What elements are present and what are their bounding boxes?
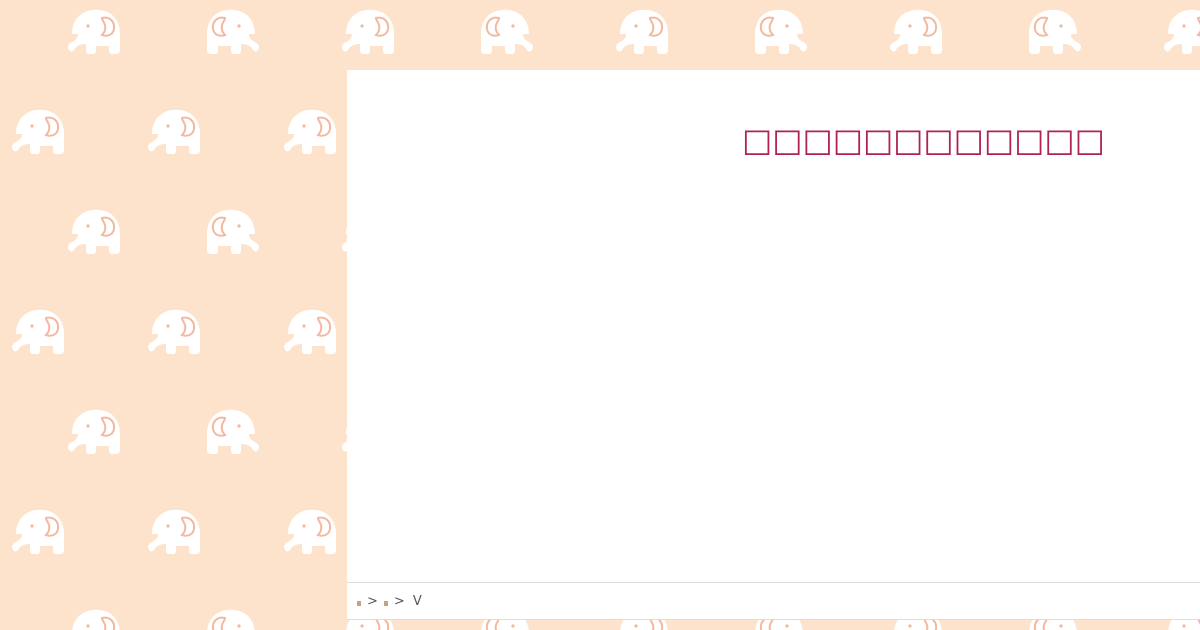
elephant-icon bbox=[68, 9, 120, 54]
elephant-icon bbox=[12, 309, 64, 354]
elephant-icon bbox=[1029, 9, 1081, 54]
main-content-panel: □□□□□□□□□□□□ bbox=[347, 70, 1200, 582]
elephant-icon bbox=[342, 9, 394, 54]
breadcrumb-current: V bbox=[412, 593, 422, 609]
elephant-icon bbox=[68, 409, 120, 454]
elephant-icon bbox=[72, 609, 120, 630]
home-icon bbox=[357, 601, 361, 606]
elephant-icon bbox=[207, 9, 259, 54]
elephant-icon bbox=[1164, 9, 1200, 54]
folder-icon bbox=[383, 601, 388, 606]
elephant-icon bbox=[284, 509, 336, 554]
breadcrumb-home-link[interactable] bbox=[356, 592, 362, 610]
elephant-icon bbox=[616, 9, 668, 54]
elephant-icon bbox=[148, 509, 200, 554]
elephant-icon bbox=[207, 409, 259, 454]
elephant-icon bbox=[890, 9, 942, 54]
elephant-icon bbox=[148, 309, 200, 354]
elephant-icon bbox=[207, 209, 259, 254]
elephant-icon bbox=[284, 309, 336, 354]
breadcrumb-separator: > bbox=[393, 593, 405, 609]
elephant-icon bbox=[755, 9, 807, 54]
breadcrumb-folder-link[interactable] bbox=[383, 592, 389, 610]
breadcrumb-separator: > bbox=[367, 593, 378, 609]
breadcrumb: > > V bbox=[347, 582, 1200, 620]
elephant-icon bbox=[12, 509, 64, 554]
elephant-icon bbox=[481, 9, 533, 54]
elephant-icon bbox=[207, 609, 255, 630]
page-title: □□□□□□□□□□□□ bbox=[742, 121, 1105, 159]
elephant-icon bbox=[68, 209, 120, 254]
elephant-icon bbox=[12, 109, 64, 154]
elephant-icon bbox=[284, 109, 336, 154]
elephant-icon bbox=[148, 109, 200, 154]
